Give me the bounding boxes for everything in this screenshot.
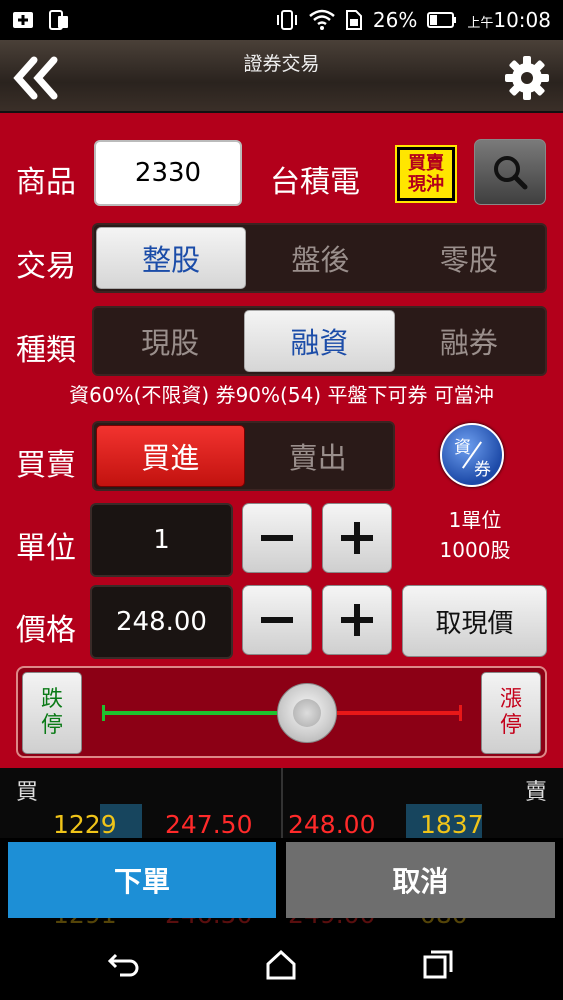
- book-sell-label: 賣: [524, 780, 547, 805]
- unit-increase-button[interactable]: [322, 503, 392, 573]
- battery-icon: [427, 12, 457, 28]
- ask-quantity: 1837: [420, 810, 484, 839]
- app-header: 證券交易: [0, 40, 563, 113]
- side-label: 買賣: [16, 448, 76, 483]
- vibrate-icon: [276, 10, 297, 30]
- book-buy-label: 買: [16, 780, 39, 805]
- add-notification-icon: [13, 12, 33, 28]
- battery-percent: 26%: [372, 8, 418, 32]
- book-divider: [281, 768, 283, 838]
- day-trade-badge-line2: 現沖: [408, 174, 444, 195]
- kind-label: 種類: [16, 333, 76, 368]
- price-decrease-button[interactable]: [242, 585, 312, 655]
- price-label: 價格: [16, 613, 76, 648]
- side-option-sell[interactable]: 賣出: [245, 425, 392, 487]
- unit-note-line2: 1000股: [439, 538, 511, 562]
- trade-form: 商品 2330 台積電 買賣 現沖 交易 整股 盤後 零股 種類 現股 融資 融…: [0, 113, 563, 768]
- status-bar: 26% 上午10:08: [0, 0, 563, 40]
- kind-selector: 現股 融資 融券: [92, 306, 547, 376]
- limit-up-line2: 停: [499, 713, 522, 738]
- bid-price: 247.50: [165, 810, 253, 839]
- sim-card-icon: [345, 10, 362, 30]
- unit-note-line1: 1單位: [448, 508, 502, 532]
- page-title: 證券交易: [243, 53, 320, 75]
- search-icon: [494, 156, 528, 190]
- price-input[interactable]: 248.00: [90, 585, 233, 659]
- limit-down-button[interactable]: 跌 停: [22, 672, 82, 754]
- trade-label: 交易: [16, 249, 76, 284]
- trade-option-odd-lot[interactable]: 零股: [395, 227, 543, 289]
- margin-short-toggle-top: 資: [454, 438, 471, 458]
- product-label: 商品: [16, 165, 76, 200]
- slider-thumb-core: [293, 699, 321, 727]
- day-trade-badge-line1: 買賣: [408, 153, 444, 174]
- plus-icon: [341, 522, 373, 554]
- kind-option-short[interactable]: 融券: [395, 310, 543, 372]
- price-slider: 跌 停 漲 停: [16, 666, 547, 758]
- limit-down-line2: 停: [40, 713, 63, 738]
- time-prefix: 上午: [467, 16, 494, 31]
- margin-short-toggle[interactable]: 資 券: [440, 423, 504, 487]
- minus-icon: [261, 535, 293, 541]
- product-code-input[interactable]: 2330: [94, 140, 242, 206]
- unit-decrease-button[interactable]: [242, 503, 312, 573]
- gear-icon: [505, 56, 549, 100]
- minus-icon: [261, 617, 293, 623]
- order-book: 買 賣 1229 247.50 248.00 1837: [0, 768, 563, 839]
- plus-icon: [341, 604, 373, 636]
- trade-type-selector: 整股 盤後 零股: [92, 223, 547, 293]
- place-order-button[interactable]: 下單: [8, 842, 276, 918]
- kind-option-cash[interactable]: 現股: [96, 310, 244, 372]
- settings-button[interactable]: [503, 54, 551, 102]
- back-icon[interactable]: [106, 947, 142, 983]
- clock: 10:08: [493, 8, 551, 32]
- limit-up-button[interactable]: 漲 停: [481, 672, 541, 754]
- slider-track-end-cap: [459, 705, 462, 721]
- margin-info: 資60%(不限資) 券90%(54) 平盤下可券 可當沖: [69, 383, 494, 407]
- kind-option-margin[interactable]: 融資: [244, 310, 395, 372]
- mirror-screen-icon: [49, 10, 68, 30]
- slider-thumb[interactable]: [277, 683, 337, 743]
- side-selector: 買進 賣出: [92, 421, 395, 491]
- unit-input[interactable]: 1: [90, 503, 233, 577]
- search-button[interactable]: [474, 139, 546, 205]
- current-price-button[interactable]: 取現價: [402, 585, 547, 657]
- side-option-buy[interactable]: 買進: [96, 425, 245, 487]
- price-increase-button[interactable]: [322, 585, 392, 655]
- bid-quantity: 1229: [53, 810, 117, 839]
- ask-price: 248.00: [288, 810, 376, 839]
- slider-track-start-cap: [102, 705, 105, 721]
- product-name: 台積電: [270, 165, 360, 200]
- trade-option-whole-lot[interactable]: 整股: [96, 227, 247, 289]
- unit-label: 單位: [16, 531, 76, 566]
- recent-apps-icon[interactable]: [420, 947, 456, 983]
- limit-up-line1: 漲: [499, 687, 522, 712]
- unit-note: 1單位 1000股: [410, 505, 540, 565]
- day-trade-badge[interactable]: 買賣 現沖: [395, 145, 457, 203]
- system-nav-bar: [0, 930, 563, 1000]
- cancel-button[interactable]: 取消: [286, 842, 555, 918]
- limit-down-line1: 跌: [40, 687, 63, 712]
- trade-option-after-hours[interactable]: 盤後: [246, 227, 394, 289]
- margin-short-toggle-bottom: 券: [474, 460, 491, 480]
- wifi-icon: [309, 9, 335, 30]
- home-icon[interactable]: [263, 947, 299, 983]
